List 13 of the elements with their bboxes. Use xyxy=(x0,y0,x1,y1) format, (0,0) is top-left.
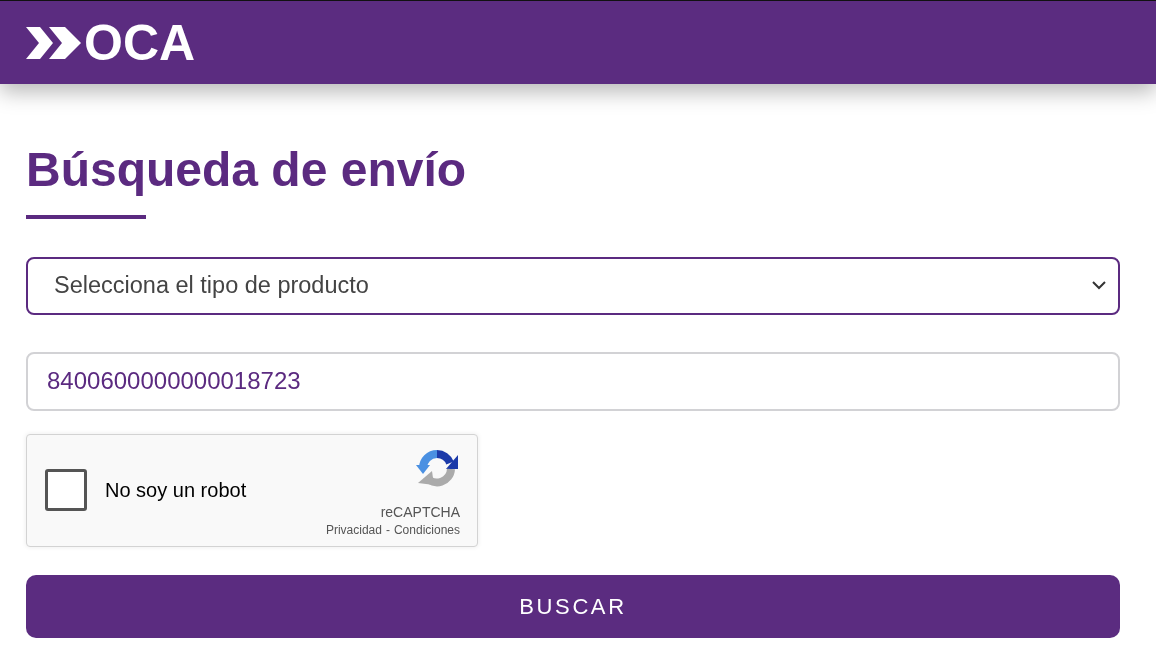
link-separator: - xyxy=(385,524,390,538)
captcha-link[interactable]: Condiciones xyxy=(393,524,460,538)
tracking-number-field[interactable]: 8400600000000018723 xyxy=(26,351,1120,411)
logo-text: OCA xyxy=(84,17,196,68)
captcha-label: No soy un robot xyxy=(105,478,247,504)
search-button[interactable]: BUSCAR xyxy=(26,574,1120,638)
captcha-link[interactable]: Privacidad xyxy=(325,524,382,538)
caret-icon xyxy=(1092,281,1106,291)
page-title: Búsqueda de envío xyxy=(26,142,467,198)
captcha-checkbox[interactable] xyxy=(45,469,87,512)
product-type-select[interactable]: Selecciona el tipo de producto xyxy=(26,256,1120,315)
captcha-brand-text: reCAPTCHA xyxy=(380,504,460,521)
double-chevron-icon xyxy=(26,26,81,59)
